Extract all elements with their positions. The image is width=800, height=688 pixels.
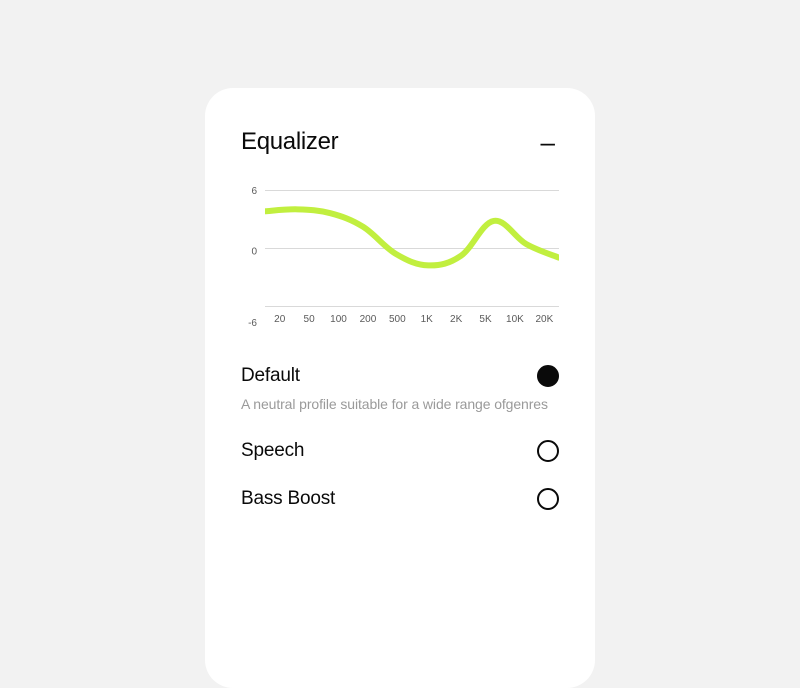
- preset-list: Default A neutral profile suitable for a…: [241, 365, 559, 510]
- x-tick: 2K: [441, 314, 470, 325]
- collapse-button[interactable]: –: [537, 129, 559, 155]
- preset-speech[interactable]: Speech: [241, 440, 559, 462]
- x-tick: 5K: [471, 314, 500, 325]
- preset-bass-boost[interactable]: Bass Boost: [241, 488, 559, 510]
- preset-default[interactable]: Default A neutral profile suitable for a…: [241, 365, 559, 414]
- preset-label: Bass Boost: [241, 488, 335, 510]
- x-tick: 500: [383, 314, 412, 325]
- preset-label: Speech: [241, 440, 304, 462]
- x-tick: 20K: [530, 314, 559, 325]
- card-header: Equalizer –: [241, 128, 559, 156]
- card-title: Equalizer: [241, 128, 338, 156]
- x-axis-labels: 20 50 100 200 500 1K 2K 5K 10K 20K: [265, 306, 559, 325]
- x-tick: 200: [353, 314, 382, 325]
- radio-unselected-icon[interactable]: [537, 488, 559, 510]
- x-tick: 50: [294, 314, 323, 325]
- y-tick: -6: [237, 318, 257, 329]
- preset-description: A neutral profile suitable for a wide ra…: [241, 395, 559, 414]
- y-tick: 6: [237, 186, 257, 197]
- preset-label: Default: [241, 365, 300, 387]
- y-tick: 0: [237, 247, 257, 258]
- radio-selected-icon[interactable]: [537, 365, 559, 387]
- y-axis-labels: 6 0 -6: [237, 190, 257, 325]
- x-tick: 10K: [500, 314, 529, 325]
- radio-unselected-icon[interactable]: [537, 440, 559, 462]
- x-tick: 20: [265, 314, 294, 325]
- plot-area[interactable]: [265, 190, 559, 306]
- x-tick: 1K: [412, 314, 441, 325]
- eq-chart: 6 0 -6 20 50 100 200 500 1K 2K 5K 10K 20…: [241, 190, 559, 325]
- equalizer-card: Equalizer – 6 0 -6 20 50 100 200 500 1K …: [205, 88, 595, 688]
- eq-curve: [265, 190, 559, 306]
- x-tick: 100: [324, 314, 353, 325]
